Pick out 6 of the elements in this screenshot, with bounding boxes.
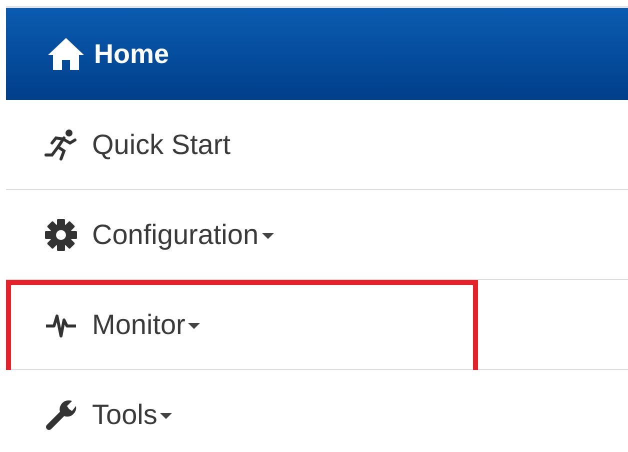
house-icon [46,36,86,72]
running-person-icon [44,128,78,162]
menu-item[interactable]: Monitor [6,280,628,370]
gear-icon [44,218,78,252]
wrench-icon [44,398,78,432]
home-tab[interactable]: Home [6,8,628,100]
